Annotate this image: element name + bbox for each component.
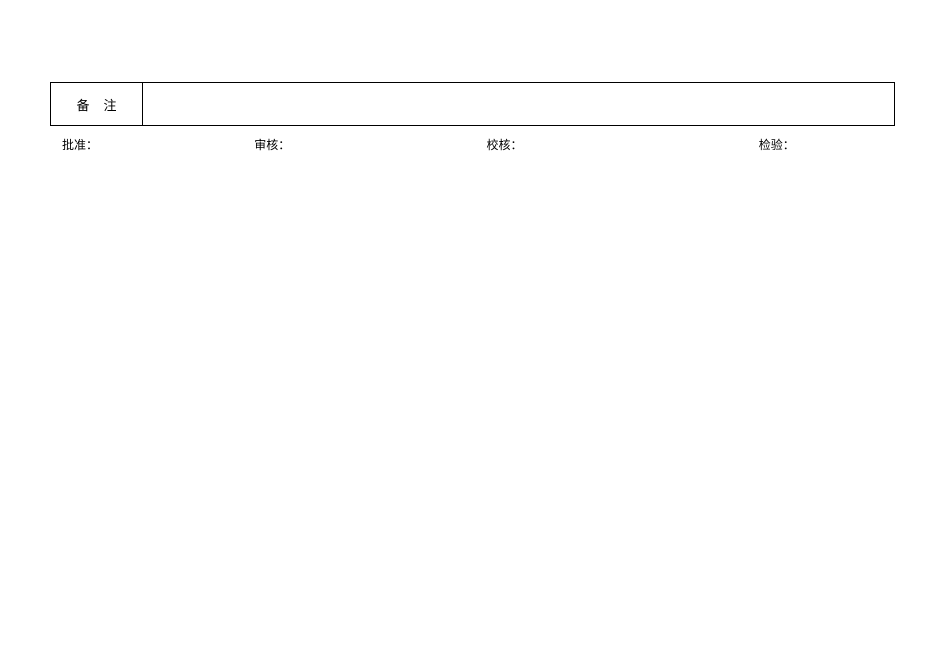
remarks-value-cell [143, 83, 894, 125]
remarks-row: 备注 [50, 82, 895, 126]
signature-check: 校核： [387, 136, 619, 153]
signature-review: 审核： [194, 136, 386, 153]
signature-approve: 批准： [54, 136, 194, 153]
remarks-label-cell: 备注 [51, 83, 143, 125]
remarks-label: 备注 [76, 95, 130, 114]
signatures-row: 批准： 审核： 校核： 检验： [50, 136, 895, 153]
signature-inspect: 检验： [619, 136, 891, 153]
form-container: 备注 批准： 审核： 校核： 检验： [50, 82, 895, 153]
